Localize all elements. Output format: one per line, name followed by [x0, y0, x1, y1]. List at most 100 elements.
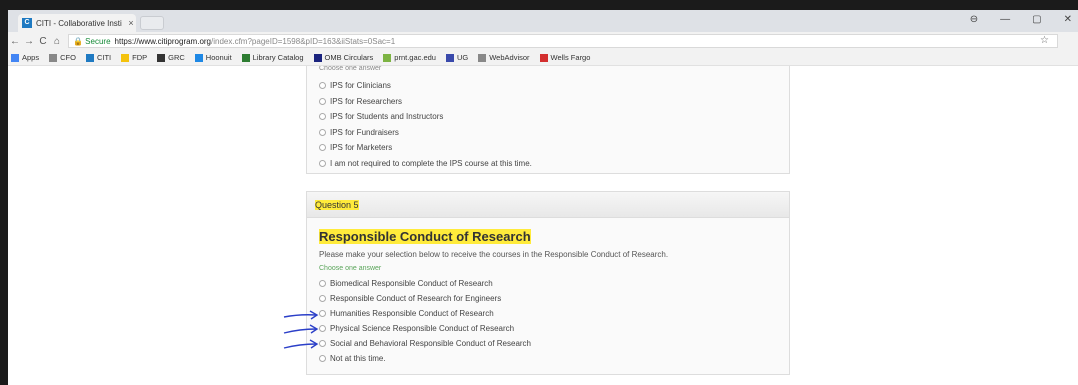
question-number: Question 5: [315, 199, 359, 210]
answer-option-label: I am not required to complete the IPS co…: [330, 158, 532, 168]
annotation-arrow-icon: [283, 339, 319, 349]
address-bar[interactable]: 🔒 Secure https://www.citiprogram.org /in…: [68, 34, 1058, 48]
bookmark-item[interactable]: CFO: [49, 53, 76, 62]
bookmark-favicon-icon: [157, 53, 166, 62]
back-button[interactable]: ←: [8, 36, 22, 47]
question-4-card: Choose one answer IPS for Clinicians IPS …: [306, 66, 790, 174]
question-title: Responsible Conduct of Research: [319, 229, 531, 244]
bookmark-label: prnt.gac.edu: [394, 53, 436, 62]
maximize-button[interactable]: ▢: [1032, 14, 1041, 25]
bookmark-item[interactable]: Library Catalog: [241, 53, 304, 62]
annotation-arrow-icon: [283, 310, 319, 320]
answer-option[interactable]: Not at this time.: [319, 351, 789, 366]
radio-button[interactable]: [319, 113, 326, 121]
reload-button[interactable]: C: [36, 36, 50, 47]
close-tab-icon[interactable]: ×: [126, 18, 136, 28]
bookmark-item[interactable]: FDP: [121, 53, 147, 62]
bookmark-label: CITI: [96, 53, 112, 62]
browser-tab[interactable]: C CITI - Collaborative Insti ×: [18, 14, 136, 32]
bookmark-label: Apps: [22, 53, 40, 62]
bookmark-item[interactable]: OMB Circulars: [313, 53, 374, 62]
bookmark-favicon-icon: [121, 53, 130, 62]
answer-option[interactable]: IPS for Students and Instructors: [319, 109, 789, 125]
radio-button[interactable]: [319, 280, 326, 287]
answer-option[interactable]: Physical Science Responsible Conduct of …: [319, 321, 789, 336]
new-tab-button[interactable]: [140, 16, 164, 30]
bookmark-favicon-icon: [313, 53, 322, 62]
secure-label: 🔒 Secure: [73, 36, 111, 46]
answer-option[interactable]: IPS for Researchers: [319, 94, 789, 110]
bookmark-favicon-icon: [49, 53, 58, 62]
choose-one-answer-label: Choose one answer: [319, 66, 382, 72]
answer-option[interactable]: Social and Behavioral Responsible Conduc…: [319, 336, 789, 351]
window-controls: ⊖ — ▢ ✕: [970, 14, 1078, 25]
radio-button[interactable]: [319, 159, 326, 167]
answer-option-label: IPS for Marketers: [330, 143, 393, 153]
page-content: Choose one answer IPS for Clinicians IPS …: [8, 66, 1078, 385]
answer-option[interactable]: Responsible Conduct of Research for Engi…: [319, 291, 789, 306]
choose-one-answer-label: Choose one answer: [319, 265, 382, 272]
bookmark-favicon-icon: [478, 53, 487, 62]
radio-button[interactable]: [319, 295, 326, 302]
bookmark-star-icon[interactable]: ☆: [1040, 35, 1049, 46]
bookmark-label: Wells Fargo: [550, 53, 591, 62]
bookmarks-bar: Apps CFO CITI FDP GRC Hoonuit Library Catalog O…: [8, 50, 1078, 66]
answer-option[interactable]: IPS for Marketers: [319, 140, 789, 156]
radio-button[interactable]: [319, 355, 326, 362]
bookmark-item[interactable]: WebAdvisor: [478, 53, 530, 62]
bookmark-favicon-icon: [539, 53, 548, 62]
radio-button[interactable]: [319, 128, 326, 136]
bookmark-label: GRC: [168, 53, 185, 62]
radio-button[interactable]: [319, 82, 326, 90]
tab-title: CITI - Collaborative Insti: [36, 18, 122, 28]
url-path: /index.cfm?pageID=1598&pID=163&iiStats=0…: [211, 36, 396, 46]
bookmark-favicon-icon: [11, 53, 19, 62]
bookmark-item[interactable]: prnt.gac.edu: [383, 53, 436, 62]
url-host: https://www.citiprogram.org: [114, 36, 212, 46]
radio-button[interactable]: [319, 97, 326, 105]
citi-favicon-icon: C: [22, 18, 32, 28]
bookmark-item[interactable]: GRC: [157, 53, 185, 62]
bookmark-favicon-icon: [241, 53, 250, 62]
bookmark-label: Hoonuit: [205, 53, 232, 62]
tab-strip: C CITI - Collaborative Insti × ⊖ — ▢ ✕: [8, 10, 1078, 32]
answer-option-label: Humanities Responsible Conduct of Resear…: [330, 309, 494, 318]
answer-option-label: Physical Science Responsible Conduct of …: [330, 324, 515, 333]
bookmark-favicon-icon: [445, 53, 454, 62]
bookmark-item[interactable]: UG: [445, 53, 468, 62]
bookmark-item[interactable]: CITI: [85, 53, 112, 62]
bookmark-favicon-icon: [85, 53, 94, 62]
radio-button[interactable]: [319, 144, 326, 152]
forward-button[interactable]: →: [22, 36, 36, 47]
answer-option[interactable]: Biomedical Responsible Conduct of Resear…: [319, 276, 789, 291]
answer-option-label: IPS for Clinicians: [330, 81, 391, 91]
bookmark-item[interactable]: Apps: [11, 53, 39, 62]
bookmark-label: Library Catalog: [252, 53, 304, 62]
question-header: Question 5: [307, 192, 789, 218]
answer-option-label: IPS for Fundraisers: [330, 127, 399, 137]
answer-option-label: Social and Behavioral Responsible Conduc…: [330, 339, 532, 348]
answer-option-label: Responsible Conduct of Research for Engi…: [330, 294, 502, 303]
minimize-button[interactable]: —: [1000, 14, 1010, 25]
bookmark-label: CFO: [60, 53, 76, 62]
bookmark-label: FDP: [132, 53, 148, 62]
home-button[interactable]: ⌂: [50, 36, 64, 47]
answer-option[interactable]: Humanities Responsible Conduct of Resear…: [319, 306, 789, 321]
question-description: Please make your selection below to rece…: [319, 250, 669, 259]
answer-option-label: Not at this time.: [330, 354, 386, 363]
annotation-arrow-icon: [283, 324, 319, 334]
bookmark-favicon-icon: [383, 53, 392, 62]
answer-option-label: Biomedical Responsible Conduct of Resear…: [330, 279, 493, 288]
answer-option-label: IPS for Researchers: [330, 96, 403, 106]
question-5-card: Question 5 Responsible Conduct of Resear…: [306, 191, 790, 375]
close-window-button[interactable]: ✕: [1064, 14, 1072, 25]
answer-option[interactable]: IPS for Fundraisers: [319, 125, 789, 141]
bookmark-item[interactable]: Hoonuit: [194, 53, 232, 62]
answer-option[interactable]: I am not required to complete the IPS co…: [319, 156, 789, 172]
browser-toolbar: ← → C ⌂ 🔒 Secure https://www.citiprogram…: [8, 32, 1078, 50]
bookmark-label: OMB Circulars: [324, 53, 374, 62]
bookmark-item[interactable]: Wells Fargo: [539, 53, 591, 62]
answer-option-label: IPS for Students and Instructors: [330, 112, 444, 122]
profile-icon[interactable]: ⊖: [970, 14, 978, 25]
answer-option[interactable]: IPS for Clinicians: [319, 78, 789, 94]
